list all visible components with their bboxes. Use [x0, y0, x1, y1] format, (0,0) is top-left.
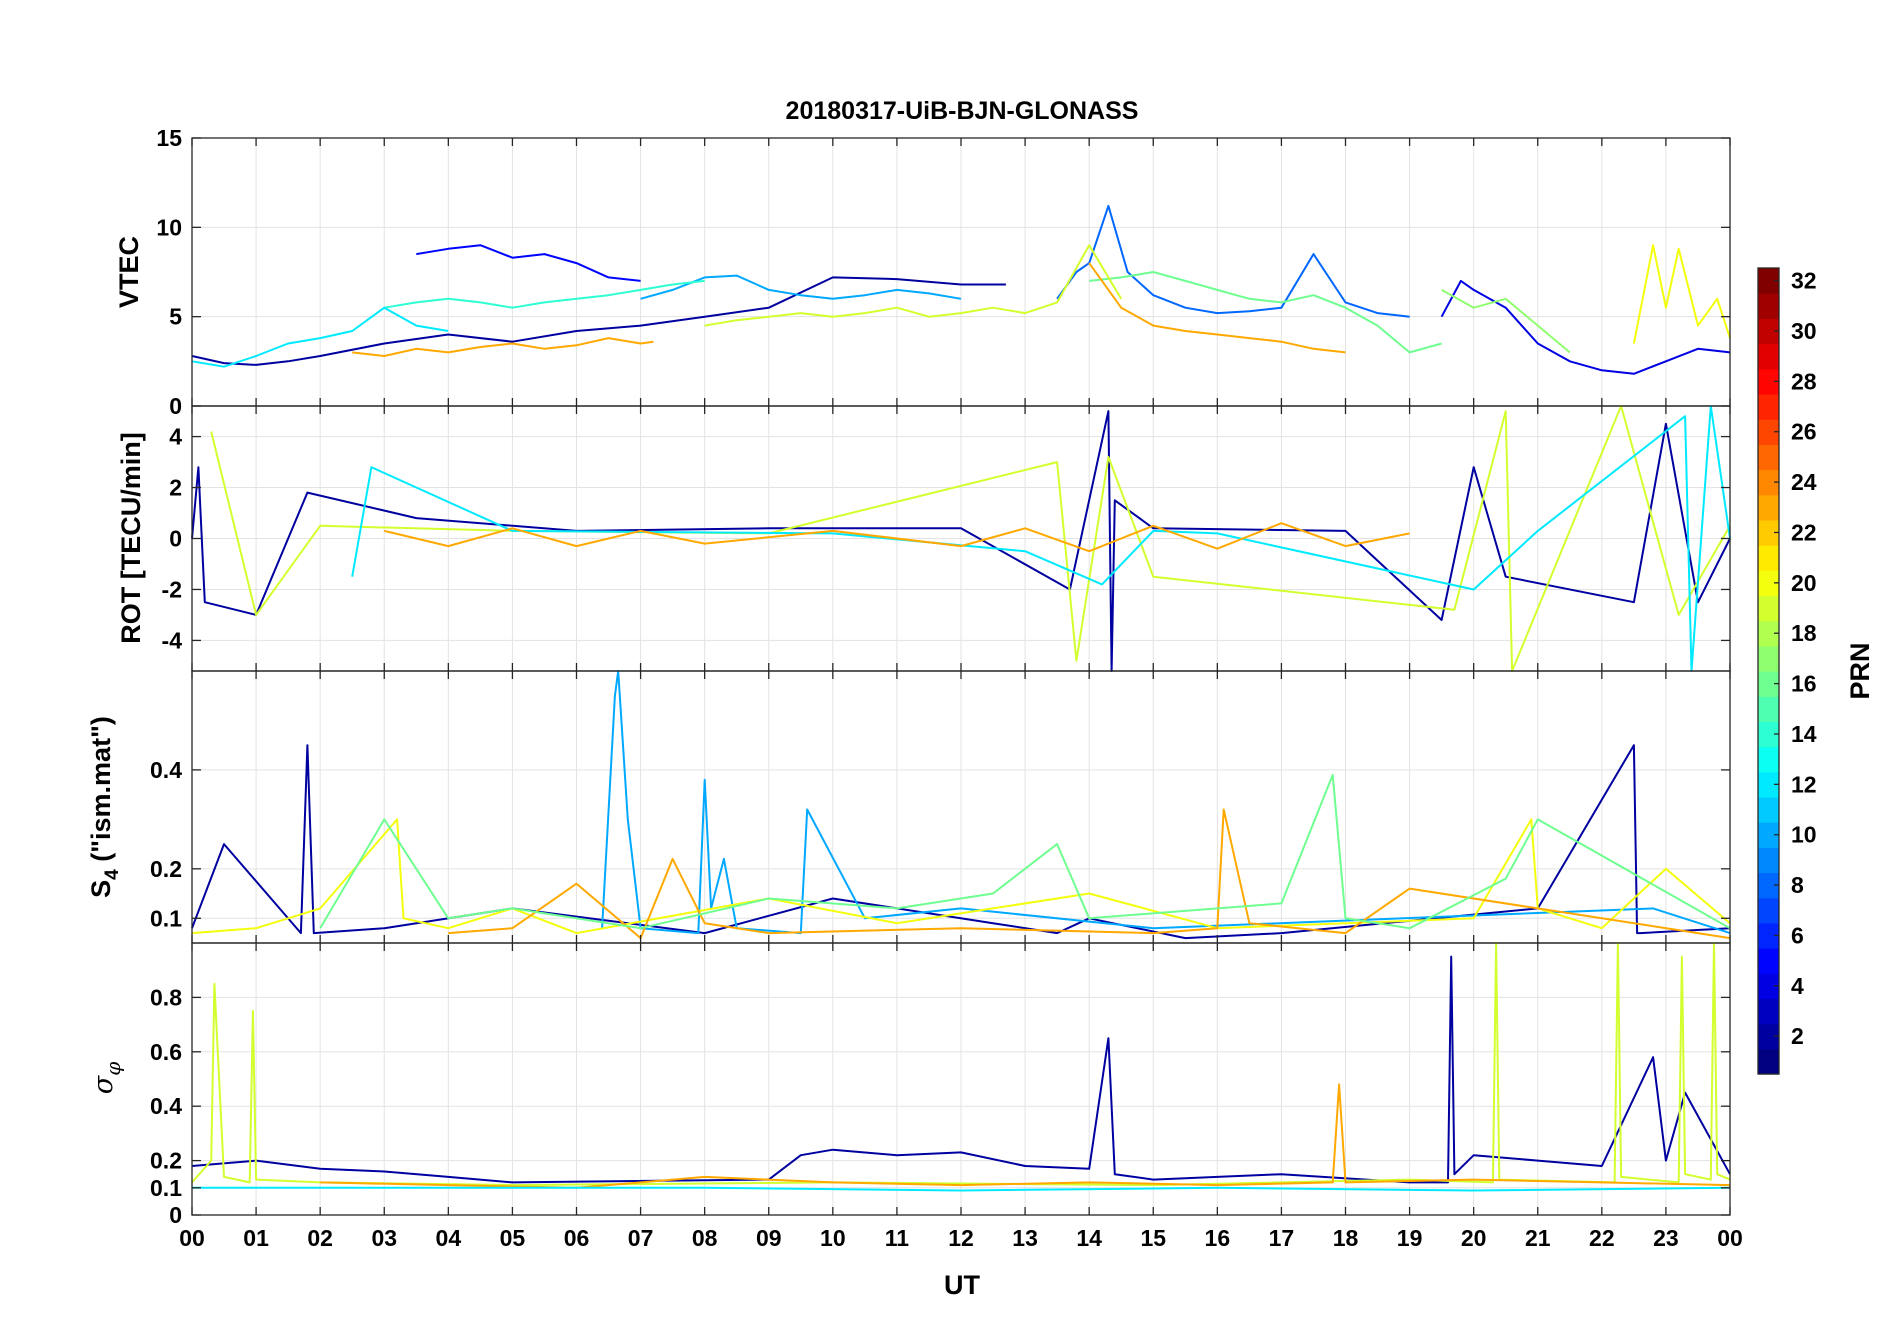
x-tick-label: 08 [692, 1225, 718, 1251]
y-tick-label: 0 [169, 526, 182, 552]
colorbar-tick-label: 24 [1791, 469, 1817, 495]
x-tick-label: 13 [1012, 1225, 1038, 1251]
y-tick-label: -2 [162, 576, 182, 602]
x-tick-label: 22 [1589, 1225, 1615, 1251]
colorbar-tick-label: 2 [1791, 1023, 1804, 1049]
y-tick-label: 10 [156, 214, 182, 240]
colorbar-swatch [1758, 293, 1779, 319]
y-tick-label: 0.2 [150, 856, 182, 882]
series-prn-19 [704, 244, 1123, 327]
colorbar-swatch [1758, 645, 1779, 672]
colorbar: 2468101214161820222426283032 PRN [1757, 267, 1875, 1075]
series-prn-4 [1440, 279, 1731, 375]
x-axis: 00 01 02 03 04 05 06 07 08 09 10 11 12 13 14 15 16 17 18 19… [179, 1225, 1743, 1251]
x-tick-label: 14 [1076, 1225, 1102, 1251]
x-tick-label: 16 [1205, 1225, 1231, 1251]
colorbar-tick-label: 26 [1791, 419, 1817, 445]
y-tick-label: 0.6 [150, 1039, 182, 1065]
colorbar-swatch [1758, 1048, 1779, 1075]
colorbar-label: PRN [1845, 642, 1875, 699]
chart-title: 20180317-UiB-BJN-GLONASS [786, 97, 1139, 125]
series-prn-8 [1056, 204, 1410, 318]
colorbar-tick-label: 6 [1791, 922, 1804, 948]
colorbar-tick-label: 14 [1791, 721, 1817, 747]
x-axis-label: UT [944, 1270, 980, 1300]
x-tick-label: 07 [628, 1225, 654, 1251]
y-tick-label: 15 [156, 125, 182, 151]
y-tick-label: 0.4 [150, 1093, 182, 1119]
series-prn-2 [191, 276, 1006, 366]
colorbar-swatch [1758, 948, 1779, 974]
sigma-phi-ylabel: σφ [88, 1062, 125, 1094]
colorbar-swatch [1758, 444, 1779, 471]
colorbar-swatch [1758, 998, 1779, 1025]
x-tick-label: 00 [1717, 1225, 1743, 1251]
x-tick-label: 09 [756, 1225, 782, 1251]
figure: 20180317-UiB-BJN-GLONASS 051015 VTEC -4-… [86, 97, 1875, 1300]
colorbar-tick-label: 4 [1791, 973, 1804, 999]
x-tick-label: 00 [179, 1225, 205, 1251]
x-tick-label: 10 [820, 1225, 846, 1251]
colorbar-tick-label: 28 [1791, 368, 1817, 394]
y-tick-label: 0.1 [150, 905, 182, 931]
x-tick-label: 17 [1269, 1225, 1295, 1251]
x-tick-label: 04 [436, 1225, 462, 1251]
y-tick-label: 4 [169, 424, 182, 450]
colorbar-swatch [1758, 393, 1779, 420]
x-tick-label: 20 [1461, 1225, 1487, 1251]
y-tick-label: 0.8 [150, 984, 182, 1010]
colorbar-tick-label: 30 [1791, 318, 1817, 344]
x-tick-label: 15 [1140, 1225, 1166, 1251]
series-prn-10 [640, 274, 962, 300]
x-tick-label: 12 [948, 1225, 974, 1251]
y-tick-label: 0 [169, 393, 182, 419]
sigma-phi-panel: 00.10.20.40.60.8 σφ [88, 942, 1731, 1228]
series-prn-17 [1441, 289, 1571, 354]
x-tick-label: 19 [1397, 1225, 1423, 1251]
colorbar-swatch [1758, 847, 1779, 874]
s4-ylabel: S4 ("ism.mat") [86, 716, 123, 898]
rot-ylabel: ROT [TECU/min] [116, 432, 146, 643]
x-tick-label: 11 [885, 1225, 910, 1251]
rot-panel: -4 -2 0 2 4 ROT [TECU/min] [116, 405, 1731, 672]
y-tick-label: 0.4 [150, 757, 182, 783]
colorbar-swatch [1758, 343, 1779, 370]
x-tick-label: 21 [1525, 1225, 1551, 1251]
y-tick-label: 2 [169, 475, 182, 501]
series-prn-20 [1632, 244, 1731, 344]
colorbar-swatch [1758, 494, 1779, 521]
x-tick-label: 01 [243, 1225, 269, 1251]
colorbar-tick-label: 10 [1791, 822, 1817, 848]
series-prn-5 [416, 244, 641, 282]
vtec-ylabel: VTEC [114, 236, 144, 308]
colorbar-swatch [1758, 746, 1779, 773]
y-tick-label: 0.1 [150, 1175, 182, 1201]
x-tick-label: 05 [500, 1225, 526, 1251]
x-tick-label: 03 [371, 1225, 397, 1251]
colorbar-tick-label: 16 [1791, 671, 1817, 697]
colorbar-swatch [1758, 796, 1779, 823]
colorbar-tick-label: 18 [1791, 620, 1817, 646]
colorbar-tick-label: 12 [1791, 771, 1817, 797]
x-tick-label: 23 [1653, 1225, 1679, 1251]
colorbar-swatch [1758, 595, 1779, 622]
x-tick-label: 18 [1333, 1225, 1359, 1251]
colorbar-swatch [1758, 897, 1779, 924]
colorbar-swatch [1758, 545, 1779, 571]
y-tick-label: 5 [169, 304, 182, 330]
s4-panel: 0.1 0.2 0.4 S4 ("ism.mat") [86, 670, 1731, 944]
colorbar-swatch [1758, 696, 1779, 722]
colorbar-tick-label: 32 [1791, 268, 1817, 294]
colorbar-tick-label: 22 [1791, 519, 1817, 545]
x-tick-label: 02 [307, 1225, 333, 1251]
vtec-panel: 0 5 10 15 VTEC [114, 125, 1731, 419]
colorbar-tick-label: 8 [1791, 872, 1804, 898]
x-tick-label: 06 [564, 1225, 590, 1251]
series-prn-10 [601, 670, 1731, 935]
y-tick-label: 0.2 [150, 1148, 182, 1174]
colorbar-tick-label: 20 [1791, 570, 1817, 596]
y-tick-label: -4 [162, 627, 183, 653]
